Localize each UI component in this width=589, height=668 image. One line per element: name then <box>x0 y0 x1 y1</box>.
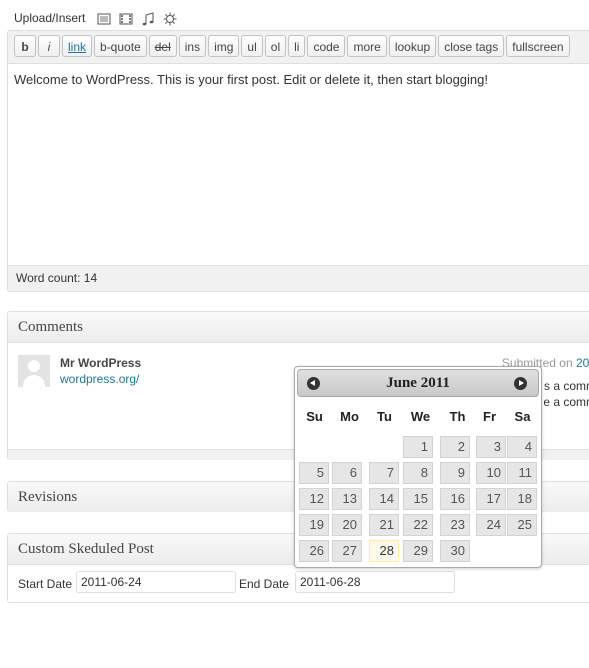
day-7[interactable]: 7 <box>369 462 399 484</box>
day-26[interactable]: 26 <box>299 540 329 562</box>
end-date-input[interactable] <box>295 571 455 593</box>
post-content-textarea[interactable]: Welcome to WordPress. This is your first… <box>8 63 589 266</box>
add-image-icon[interactable] <box>97 12 111 26</box>
comments-title[interactable]: Comments <box>8 312 589 343</box>
close-tags-button[interactable]: close tags <box>438 35 505 57</box>
weekday-tu: Tu <box>377 409 392 424</box>
day-6[interactable]: 6 <box>332 462 362 484</box>
del-button[interactable]: del <box>148 35 177 57</box>
day-28[interactable]: 28 <box>369 540 399 562</box>
datepicker-month-title: June 2011 <box>386 375 450 391</box>
blockquote-button[interactable]: b-quote <box>94 35 147 57</box>
lookup-button[interactable]: lookup <box>388 35 437 57</box>
day-20[interactable]: 20 <box>332 514 362 536</box>
datepicker: June 2011 Su Mo Tu We Th Fr Sa 123456789… <box>294 366 542 568</box>
day-1[interactable]: 1 <box>403 436 433 458</box>
add-media-icon[interactable] <box>163 12 177 26</box>
avatar <box>18 355 50 387</box>
start-date-label: Start Date <box>18 577 73 591</box>
upload-insert-label: Upload/Insert <box>14 11 86 25</box>
add-audio-icon[interactable] <box>141 12 155 26</box>
li-button[interactable]: li <box>288 35 306 57</box>
day-29[interactable]: 29 <box>403 540 433 562</box>
fullscreen-button[interactable]: fullscreen <box>506 35 570 57</box>
comment-text-line-2: e a comm <box>543 395 589 409</box>
day-10[interactable]: 10 <box>476 462 506 484</box>
code-button[interactable]: code <box>307 35 346 57</box>
day-21[interactable]: 21 <box>369 514 399 536</box>
day-12[interactable]: 12 <box>299 488 329 510</box>
day-30[interactable]: 30 <box>440 540 470 562</box>
day-4[interactable]: 4 <box>507 436 537 458</box>
weekday-su: Su <box>306 409 323 424</box>
day-9[interactable]: 9 <box>440 462 470 484</box>
more-button[interactable]: more <box>347 35 387 57</box>
italic-button[interactable]: i <box>38 35 60 57</box>
weekday-we: We <box>410 409 431 424</box>
day-5[interactable]: 5 <box>299 462 329 484</box>
comment-text-line-1: s a comm <box>543 379 589 393</box>
word-count: Word count: 14 <box>16 271 98 285</box>
day-11[interactable]: 11 <box>507 462 537 484</box>
ul-button[interactable]: ul <box>241 35 263 57</box>
day-19[interactable]: 19 <box>299 514 329 536</box>
day-23[interactable]: 23 <box>440 514 470 536</box>
next-month-icon[interactable] <box>514 377 527 390</box>
day-18[interactable]: 18 <box>507 488 537 510</box>
weekday-mo: Mo <box>340 409 359 424</box>
ins-button[interactable]: ins <box>178 35 207 57</box>
weekday-fr: Fr <box>483 409 496 424</box>
comment-date-link[interactable]: 201 <box>576 356 589 370</box>
day-8[interactable]: 8 <box>403 462 433 484</box>
bold-button[interactable]: b <box>14 35 36 57</box>
day-25[interactable]: 25 <box>507 514 537 536</box>
start-date-input[interactable] <box>76 571 236 593</box>
link-button[interactable]: link <box>62 35 93 57</box>
img-button[interactable]: img <box>208 35 240 57</box>
end-date-label: End Date <box>239 577 290 591</box>
post-editor: b i link b-quote del ins img ul ol li co… <box>7 30 589 292</box>
day-27[interactable]: 27 <box>332 540 362 562</box>
add-video-icon[interactable] <box>119 12 133 26</box>
weekday-th: Th <box>449 409 466 424</box>
day-14[interactable]: 14 <box>369 488 399 510</box>
day-13[interactable]: 13 <box>332 488 362 510</box>
datepicker-header: June 2011 <box>297 369 539 397</box>
ol-button[interactable]: ol <box>264 35 287 57</box>
comment-author-url[interactable]: wordpress.org/ <box>60 372 139 386</box>
day-22[interactable]: 22 <box>403 514 433 536</box>
weekday-sa: Sa <box>514 409 531 424</box>
comment-author: Mr WordPress <box>60 356 142 370</box>
day-2[interactable]: 2 <box>440 436 470 458</box>
day-16[interactable]: 16 <box>440 488 470 510</box>
day-24[interactable]: 24 <box>476 514 506 536</box>
day-3[interactable]: 3 <box>476 436 506 458</box>
day-15[interactable]: 15 <box>403 488 433 510</box>
quicktags-toolbar: b i link b-quote del ins img ul ol li co… <box>14 35 572 57</box>
upload-insert-bar: Upload/Insert <box>14 8 181 28</box>
day-17[interactable]: 17 <box>476 488 506 510</box>
